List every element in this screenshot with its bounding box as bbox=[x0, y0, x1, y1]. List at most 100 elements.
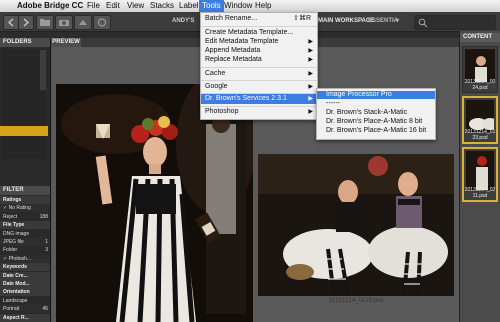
thumbnail-label: 20131214_01 23.psd bbox=[464, 129, 496, 141]
workspace-main[interactable]: MAIN WORKSPACE bbox=[318, 15, 374, 28]
filter-label: Date Cre... bbox=[3, 272, 28, 279]
forward-button[interactable] bbox=[18, 15, 34, 30]
folders-tab[interactable]: FOLDERS bbox=[0, 38, 50, 47]
thumbnail-label: 20131214_02 11.psd bbox=[464, 187, 496, 199]
filter-tab[interactable]: FILTER bbox=[0, 186, 50, 195]
filter-row[interactable]: ✓ Photosh... bbox=[0, 254, 50, 263]
menu-separator bbox=[201, 26, 317, 27]
filter-label: ✓ No Rating bbox=[3, 205, 31, 212]
breadcrumb[interactable]: ANDY'S bbox=[172, 15, 194, 28]
workspace-dropdown-icon[interactable]: ▾ bbox=[396, 15, 399, 28]
submenu-item-stack-a-matic[interactable]: Dr. Brown's Stack-A-Matic bbox=[317, 109, 435, 117]
submenu-arrow-icon: ▶ bbox=[308, 84, 313, 90]
photo-performers-seated bbox=[258, 154, 454, 296]
filter-row[interactable]: Folder 3 bbox=[0, 246, 50, 254]
left-panel: FOLDERS FILTER Ratings ✓ No Rating Reject 1… bbox=[0, 38, 51, 322]
preview-photo-2[interactable] bbox=[258, 154, 454, 296]
content-thumbnail-selected[interactable]: 20131214_02 11.psd bbox=[462, 147, 498, 202]
menu-label[interactable]: Label bbox=[176, 0, 202, 12]
filter-row[interactable]: Landscape bbox=[0, 297, 50, 305]
filter-count: 1 bbox=[45, 239, 48, 245]
submenu-item-place-a-matic-16bit[interactable]: Dr. Brown's Place-A-Matic 16 bit bbox=[317, 127, 435, 135]
filter-category[interactable]: Aspect R... bbox=[0, 313, 50, 322]
submenu-item-place-a-matic-8bit[interactable]: Dr. Brown's Place-A-Matic 8 bit bbox=[317, 118, 435, 126]
filter-label: Orientation bbox=[3, 289, 30, 296]
apple-icon[interactable] bbox=[3, 0, 9, 12]
thumbnail-image bbox=[466, 151, 494, 190]
filter-row[interactable]: Portrait 45 bbox=[0, 305, 50, 314]
menu-tools[interactable]: Tools bbox=[199, 0, 224, 12]
filter-category[interactable]: Keywords bbox=[0, 263, 50, 272]
thumb-photo-3 bbox=[466, 151, 494, 190]
recent-folder-button[interactable] bbox=[36, 15, 54, 30]
filter-label: Portrait bbox=[3, 306, 20, 313]
thumbnail-label: 20131214_00 24.psd bbox=[464, 79, 496, 91]
filter-count: 188 bbox=[39, 213, 48, 220]
filter-row[interactable]: DNG image bbox=[0, 230, 50, 238]
search-icon bbox=[418, 18, 428, 28]
back-button[interactable] bbox=[3, 15, 19, 30]
menu-item-label: Edit Metadata Template bbox=[205, 38, 279, 45]
workspace-essentials[interactable]: ESSENTIA bbox=[368, 15, 398, 28]
filter-label: File Type bbox=[3, 222, 25, 229]
filter-category[interactable]: File Type bbox=[0, 221, 50, 230]
menu-stacks[interactable]: Stacks bbox=[147, 0, 177, 12]
filter-category[interactable]: Date Cre... bbox=[0, 271, 50, 280]
submenu-arrow-icon: ▶ bbox=[308, 71, 313, 77]
filter-row[interactable]: ✓ No Rating bbox=[0, 204, 50, 213]
content-tab[interactable]: CONTENT bbox=[460, 33, 500, 42]
selected-folder-highlight[interactable] bbox=[0, 126, 48, 136]
filter-row[interactable]: JPEG file 1 bbox=[0, 238, 50, 246]
menu-view[interactable]: View bbox=[124, 0, 147, 12]
refine-button[interactable] bbox=[74, 15, 92, 30]
content-thumbnail[interactable]: 20131214_00 24.psd bbox=[462, 46, 498, 93]
camera-button[interactable] bbox=[55, 15, 73, 30]
filter-label: Reject bbox=[3, 213, 18, 220]
shortcut-label: ⇧⌘R bbox=[293, 15, 311, 22]
filter-count: 45 bbox=[42, 306, 48, 313]
aperture-icon bbox=[97, 18, 107, 27]
menu-item-cache[interactable]: Cache ▶ bbox=[201, 69, 317, 79]
menu-item-label: Dr. Brown's Services 2.3.1 bbox=[205, 95, 287, 102]
content-thumbnail-selected[interactable]: 20131214_01 23.psd bbox=[462, 96, 498, 144]
menu-separator bbox=[201, 80, 317, 81]
refine-icon bbox=[79, 20, 87, 25]
thumbnail-image bbox=[465, 49, 495, 82]
menu-item-label: Create Metadata Template... bbox=[205, 29, 294, 36]
menu-item-replace-metadata[interactable]: Replace Metadata ▶ bbox=[201, 55, 317, 65]
menu-item-batch-rename[interactable]: Batch Rename... ⇧⌘R bbox=[201, 14, 317, 24]
back-arrow-icon bbox=[8, 18, 14, 27]
menu-help[interactable]: Help bbox=[252, 0, 274, 12]
folders-scrollbar[interactable] bbox=[40, 50, 46, 90]
filter-row[interactable]: Reject 188 bbox=[0, 213, 50, 221]
camera-icon bbox=[59, 20, 69, 26]
filter-label: Date Mod... bbox=[3, 281, 30, 287]
filter-label: JPEG file bbox=[3, 239, 24, 245]
menu-item-label: Replace Metadata bbox=[205, 56, 262, 63]
app-menu[interactable]: Adobe Bridge CC bbox=[14, 0, 86, 12]
thumb-photo-2 bbox=[466, 100, 494, 132]
folder-icon bbox=[40, 19, 50, 26]
thumb-photo-1 bbox=[465, 49, 495, 82]
search-field[interactable] bbox=[414, 15, 496, 30]
menu-item-dr-browns-services[interactable]: Dr. Brown's Services 2.3.1 ▶ bbox=[201, 94, 317, 104]
filter-label: Landscape bbox=[3, 297, 28, 304]
filter-count: 3 bbox=[45, 247, 48, 254]
filter-label: Keywords bbox=[3, 264, 27, 271]
menu-window[interactable]: Window bbox=[221, 0, 255, 12]
open-in-camera-raw-button[interactable] bbox=[93, 15, 111, 30]
forward-arrow-icon bbox=[23, 18, 29, 27]
preview-tab[interactable]: PREVIEW bbox=[51, 38, 81, 47]
menu-item-photoshop[interactable]: Photoshop ▶ bbox=[201, 107, 317, 117]
filter-category[interactable]: Ratings bbox=[0, 196, 50, 204]
submenu-item-image-processor-pro[interactable]: Image Processor Pro bbox=[317, 91, 435, 99]
menu-edit[interactable]: Edit bbox=[103, 0, 123, 12]
menu-item-label: Append Metadata bbox=[205, 47, 261, 54]
menu-file[interactable]: File bbox=[84, 0, 103, 12]
menu-item-label: Cache bbox=[205, 70, 226, 77]
filter-category[interactable]: Date Mod... bbox=[0, 280, 50, 288]
filter-category[interactable]: Orientation bbox=[0, 288, 50, 297]
tools-menu: Batch Rename... ⇧⌘R Create Metadata Temp… bbox=[200, 12, 318, 120]
menu-item-google[interactable]: Google ▶ bbox=[201, 82, 317, 92]
thumbnail-image bbox=[466, 100, 494, 132]
